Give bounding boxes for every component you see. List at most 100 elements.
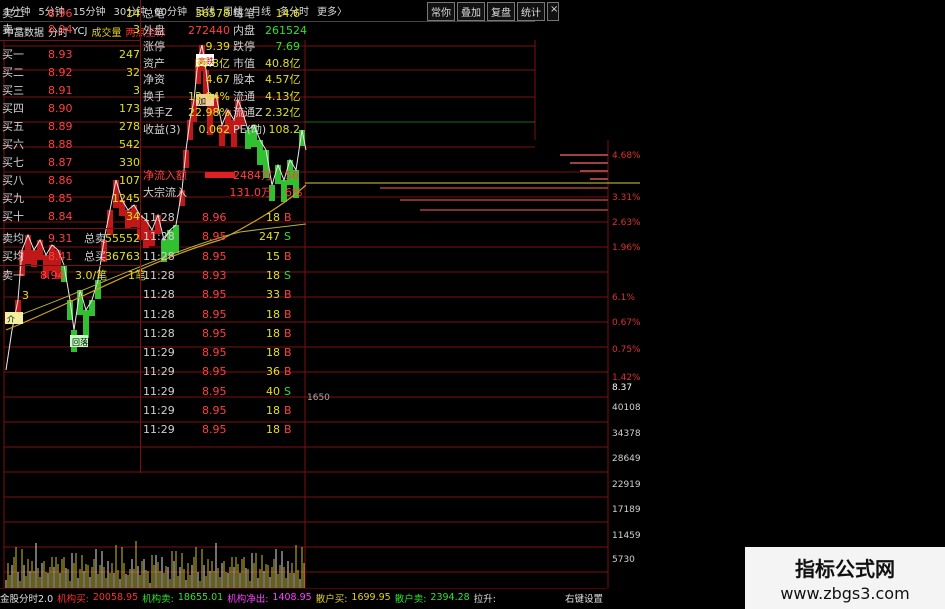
panel-divider	[0, 40, 140, 41]
tick-time: 11:29	[143, 346, 175, 360]
price-axis-label: 3.31%	[612, 193, 640, 203]
tick-vol: 18	[266, 423, 280, 437]
status-item-12[interactable]: 右键设置	[565, 591, 603, 605]
watermark: 指标公式网 www.zbgs3.com	[745, 547, 945, 609]
stat-value2: 108.2	[268, 122, 301, 136]
tick-vol: 15	[266, 249, 280, 263]
tick-price: 8.95	[202, 365, 227, 379]
price-axis-label: 1.42%	[612, 373, 640, 383]
stat-value: 36578	[195, 7, 230, 20]
tick-time: 11:29	[143, 404, 175, 417]
tick-flag: B	[284, 365, 292, 379]
status-item-2: 20058.95	[92, 592, 139, 603]
price-axis-label: 4.68%	[612, 151, 640, 161]
tick-price: 8.95	[202, 423, 227, 437]
stat-value2: 2.32亿	[265, 106, 301, 119]
tick-row: 11:28 8.95 15 B	[0, 249, 300, 265]
panel-divider	[0, 265, 140, 266]
tick-flag: S	[284, 230, 291, 244]
tick-flag: B	[284, 307, 292, 321]
tick-vol: 40	[266, 384, 280, 398]
price-axis-label: 1.96%	[612, 243, 640, 253]
tick-time: 11:28	[143, 230, 175, 244]
status-item-10: 2394.28	[430, 592, 470, 603]
stat-value: 12.94%	[188, 89, 230, 103]
stat-value: 0.062	[198, 122, 231, 136]
stat-label: 外盘	[143, 23, 165, 37]
tick-flag: S	[284, 268, 291, 282]
bid-row: 买六 8.88 542	[0, 137, 300, 153]
volume-axis-label: 11459	[612, 531, 640, 541]
watermark-title: 指标公式网	[795, 557, 895, 581]
stat-label: 涨停	[143, 40, 165, 53]
volume-axis-label: 40108	[612, 403, 640, 413]
status-item-5: 机构净出:	[227, 593, 269, 605]
tick-vol: 18	[266, 307, 280, 321]
tick-time: 11:28	[143, 249, 175, 263]
flow-value: 131.0万	[229, 186, 273, 199]
stat-row: 总笔 36578 每笔 14.6	[0, 6, 300, 22]
tick-row: 11:29 8.95 18 B	[0, 422, 300, 438]
status-item-1: 机构买:	[57, 593, 89, 605]
tick-flag: B	[284, 404, 292, 417]
tick-price: 8.93	[202, 268, 227, 282]
stat-label: 换手	[143, 89, 165, 103]
tick-flag: B	[284, 423, 292, 437]
tick-price: 8.95	[202, 230, 227, 244]
tick-row: 11:28 8.95 33 B	[0, 287, 300, 303]
tick-row: 11:28 8.96 18 B	[0, 210, 300, 226]
flow-label: 大宗流入	[143, 186, 187, 199]
price-axis-label: 0.75%	[612, 345, 640, 355]
price-axis-label: 2.63%	[612, 218, 640, 228]
indicator-status-bar: 金股分时2.0 机构买: 20058.95 机构卖: 18655.01 机构净出: 1408…	[0, 588, 607, 606]
tick-vol: 18	[266, 404, 280, 417]
status-item-4: 18655.01	[177, 592, 224, 603]
flow-bar	[205, 172, 235, 178]
stat-row: 资产 36.8亿 市值 40.8亿	[0, 56, 301, 72]
status-item-0: 金股分时2.0	[0, 593, 54, 605]
panel-divider	[0, 228, 140, 229]
stat-row: 收益(3) 0.062 PE(动) 108.2	[0, 122, 300, 138]
stat-value: 4.67	[205, 73, 231, 86]
volume-axis-label: 28649	[612, 454, 640, 464]
tick-time: 11:29	[143, 384, 175, 398]
tick-row: 11:29 8.95 36 B	[0, 364, 300, 380]
bid-vol: 542	[119, 138, 140, 151]
stat-row: 外盘 272440 内盘 261524	[0, 23, 307, 39]
tick-price: 8.95	[202, 288, 227, 302]
stat-label: 净资	[143, 73, 165, 86]
status-item-8: 1699.95	[351, 592, 391, 603]
tick-time: 11:28	[143, 307, 175, 321]
stat-label2: PE(动)	[233, 122, 267, 136]
status-item-9: 散户卖:	[394, 593, 427, 605]
tick-flag: B	[284, 326, 292, 340]
tick-time: 11:29	[143, 365, 175, 379]
price-axis-label: 8.37	[612, 383, 632, 393]
tick-row: 11:28 8.95 247 S	[0, 229, 300, 245]
tick-price: 8.95	[202, 249, 227, 263]
stat-label2: 流通Z	[233, 106, 263, 119]
price-axis-label: 0.67%	[612, 318, 640, 328]
flow-label: 净流入额	[143, 169, 187, 182]
stat-row: 换手 12.94% 流通 4.13亿	[0, 89, 301, 105]
volume-tick-label: 1650	[307, 393, 330, 403]
tick-time: 11:29	[143, 423, 175, 437]
tick-price: 8.95	[202, 307, 227, 321]
stat-value2: 4.13亿	[265, 89, 301, 103]
tick-time: 11:28	[143, 326, 175, 340]
status-item-6: 1408.95	[272, 592, 312, 603]
tick-price: 8.95	[202, 346, 227, 360]
stat-label2: 流通	[233, 89, 255, 103]
tick-vol: 18	[266, 268, 280, 282]
tick-row: 11:29 8.95 18 B	[0, 403, 300, 419]
price-axis-label: 6.1%	[612, 293, 635, 303]
stat-label: 总笔	[143, 7, 165, 20]
volume-axis-label: 34378	[612, 429, 640, 439]
bid-price: 8.88	[48, 138, 73, 151]
stat-label: 换手Z	[143, 106, 173, 119]
stat-value2: 40.8亿	[265, 56, 301, 70]
tick-time: 11:28	[143, 288, 175, 302]
flow-pct: 6%	[285, 186, 303, 199]
tick-flag: B	[284, 288, 292, 302]
stat-label2: 内盘	[233, 23, 255, 37]
